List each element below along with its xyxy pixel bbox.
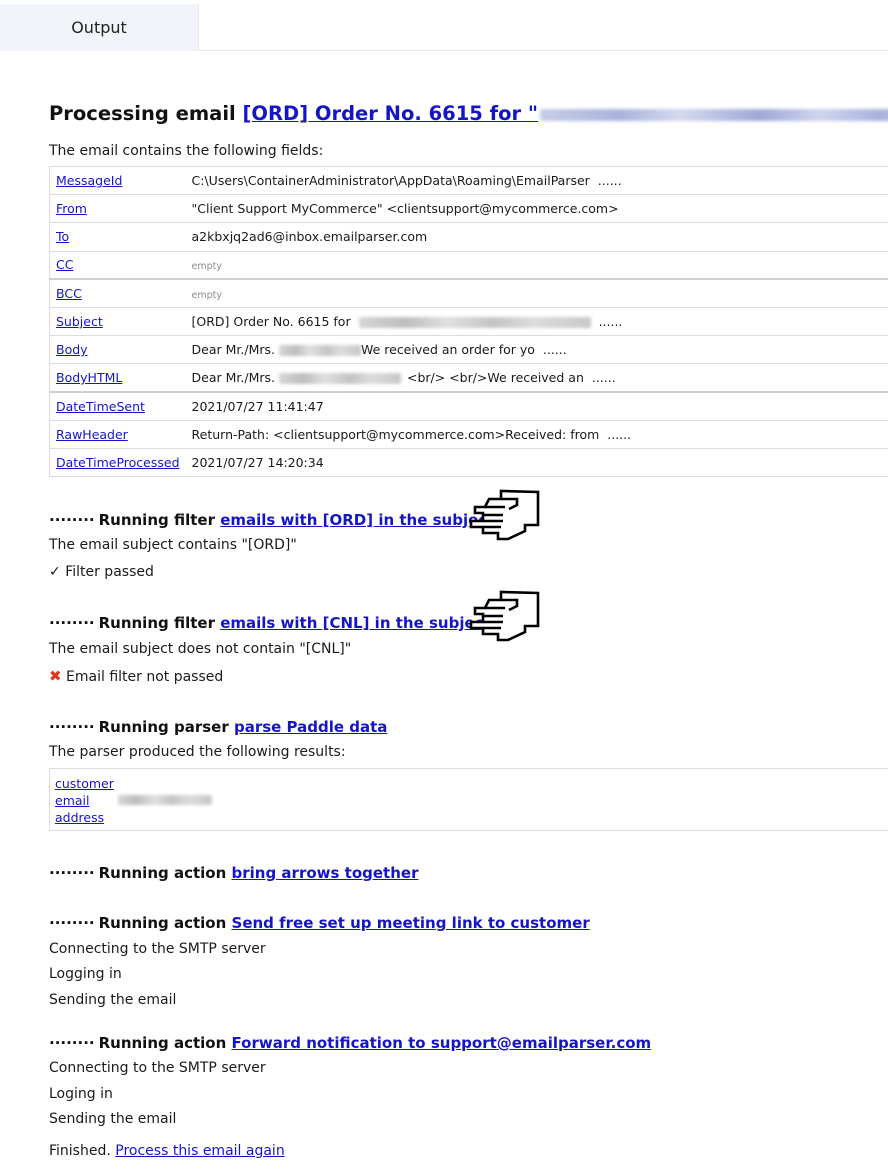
result-link-customer[interactable]: customer — [55, 775, 883, 792]
table-row: From "Client Support MyCommerce" <client… — [48, 194, 888, 224]
field-value: C:\Users\ContainerAdministrator\AppData\… — [191, 173, 590, 189]
table-row: Subject [ORD] Order No. 6615 for ...... — [48, 306, 888, 337]
field-link-subject[interactable]: Subject — [56, 314, 103, 329]
field-link-from[interactable]: From — [56, 201, 87, 216]
field-value-continued: We received an order for yo — [360, 342, 535, 358]
field-value: [ORD] Order No. 6615 for — [191, 314, 351, 330]
log-line: Logging in — [49, 966, 122, 982]
table-row: CC empty — [48, 250, 888, 280]
ellipsis: ...... — [597, 173, 622, 189]
parser-detail: The parser produced the following result… — [49, 744, 346, 760]
filter-cnl-detail: The email subject does not contain "[CNL… — [49, 641, 352, 657]
ellipsis: ...... — [542, 342, 567, 358]
redacted-text — [118, 795, 212, 805]
field-value: a2kbxjq2ad6@inbox.emailparser.com — [191, 229, 428, 245]
step-action-forward: ········ Running action Forward notificat… — [49, 1034, 651, 1052]
field-link-to[interactable]: To — [56, 229, 69, 244]
table-row: Body Dear Mr./Mrs. We received an order … — [48, 335, 888, 365]
log-line: Sending the email — [49, 1111, 177, 1127]
field-link-body[interactable]: Body — [56, 342, 88, 357]
tab-bar: Output — [0, 0, 888, 51]
redacted-text — [278, 345, 361, 357]
step-dots: ········ — [49, 914, 95, 932]
ellipsis: ...... — [598, 314, 623, 330]
status-text: Filter passed — [65, 564, 154, 580]
field-link-datetimeprocessed[interactable]: DateTimeProcessed — [56, 455, 180, 470]
step-action-arrows: ········ Running action bring arrows toge… — [49, 864, 418, 882]
field-link-bcc[interactable]: BCC — [56, 286, 82, 301]
step-dots: ········ — [49, 718, 95, 736]
email-subject-link[interactable]: [ORD] Order No. 6615 for " — [243, 102, 888, 125]
step-filter-ord: ········ Running filter emails with [ORD]… — [49, 511, 494, 529]
step-label: Running parser — [98, 718, 229, 736]
status-text: Email filter not passed — [66, 669, 224, 685]
field-link-rawheader[interactable]: RawHeader — [56, 427, 128, 442]
table-row: BCC empty — [48, 278, 888, 308]
table-row: RawHeader Return-Path: <clientsupport@my… — [48, 419, 888, 449]
filter-ord-status: ✓ Filter passed — [49, 564, 154, 580]
parser-link[interactable]: parse Paddle data — [234, 718, 387, 736]
step-label: Running filter — [98, 511, 215, 529]
finished-line: Finished. Process this email again — [49, 1143, 285, 1159]
field-link-datetimesent[interactable]: DateTimeSent — [56, 399, 145, 414]
action-meeting-link[interactable]: Send free set up meeting link to custome… — [232, 914, 590, 932]
filter-ord-link[interactable]: emails with [ORD] in the subject — [220, 511, 494, 529]
step-label: Running action — [98, 1034, 227, 1052]
email-fields-table: MessageId C:\Users\ContainerAdministrato… — [48, 165, 888, 478]
process-again-link[interactable]: Process this email again — [115, 1143, 284, 1159]
ellipsis: ...... — [607, 426, 632, 442]
field-value: 2021/07/27 14:20:34 — [191, 454, 324, 470]
step-label: Running action — [98, 864, 227, 882]
title-prefix: Processing email — [49, 102, 236, 125]
field-link-cc[interactable]: CC — [56, 257, 73, 272]
log-line: Connecting to the SMTP server — [49, 1060, 266, 1076]
table-row: DateTimeProcessed 2021/07/27 14:20:34 — [48, 447, 888, 478]
filter-cnl-status: ✖ Email filter not passed — [49, 667, 223, 685]
redacted-text — [540, 108, 888, 121]
step-dots: ········ — [49, 1034, 95, 1052]
cross-icon: ✖ — [49, 667, 62, 685]
filter-cnl-link[interactable]: emails with [CNL] in the subject — [220, 614, 491, 632]
log-line: Loging in — [49, 1086, 113, 1102]
step-dots: ········ — [49, 511, 95, 529]
field-value-continued: <br/> <br/>We received an — [406, 370, 584, 386]
step-parser: ········ Running parser parse Paddle data — [49, 718, 387, 736]
table-row: BodyHTML Dear Mr./Mrs. <br/> <br/>We rec… — [48, 363, 888, 393]
step-dots: ········ — [49, 864, 95, 882]
redacted-text — [278, 373, 401, 385]
redacted-text — [358, 317, 591, 329]
field-value: 2021/07/27 11:41:47 — [191, 398, 324, 414]
pointing-hand-icon — [469, 590, 540, 642]
ellipsis: ...... — [591, 370, 616, 386]
page-title: Processing email [ORD] Order No. 6615 fo… — [49, 102, 888, 125]
field-value: Return-Path: <clientsupport@mycommerce.c… — [191, 426, 600, 442]
pointing-hand-icon — [469, 489, 540, 541]
action-arrows-link[interactable]: bring arrows together — [232, 864, 419, 882]
table-row: DateTimeSent 2021/07/27 11:41:47 — [48, 390, 888, 421]
tab-output[interactable]: Output — [0, 4, 199, 51]
field-value: "Client Support MyCommerce" <clientsuppo… — [191, 201, 619, 217]
field-value: Dear Mr./Mrs. — [191, 370, 275, 386]
step-label: Running filter — [98, 614, 215, 632]
field-value: empty — [191, 261, 222, 273]
check-icon: ✓ — [49, 564, 61, 580]
step-dots: ········ — [49, 614, 95, 632]
fields-intro: The email contains the following fields: — [49, 143, 324, 159]
log-line: Sending the email — [49, 992, 177, 1008]
action-forward-link[interactable]: Forward notification to support@emailpar… — [232, 1034, 652, 1052]
field-value: empty — [191, 290, 222, 302]
table-row: To a2kbxjq2ad6@inbox.emailparser.com — [48, 222, 888, 252]
step-filter-cnl: ········ Running filter emails with [CNL]… — [49, 614, 491, 632]
result-link-address[interactable]: address — [55, 809, 883, 826]
step-action-meeting: ········ Running action Send free set up … — [49, 914, 590, 932]
filter-ord-detail: The email subject contains "[ORD]" — [49, 537, 297, 553]
step-label: Running action — [98, 914, 227, 932]
parser-results: customer email address — [49, 768, 888, 831]
field-value: Dear Mr./Mrs. — [191, 342, 275, 358]
field-link-bodyhtml[interactable]: BodyHTML — [56, 370, 122, 385]
field-link-messageid[interactable]: MessageId — [56, 173, 122, 188]
table-row: MessageId C:\Users\ContainerAdministrato… — [48, 165, 888, 196]
finished-text: Finished. — [49, 1143, 111, 1159]
log-line: Connecting to the SMTP server — [49, 941, 266, 957]
